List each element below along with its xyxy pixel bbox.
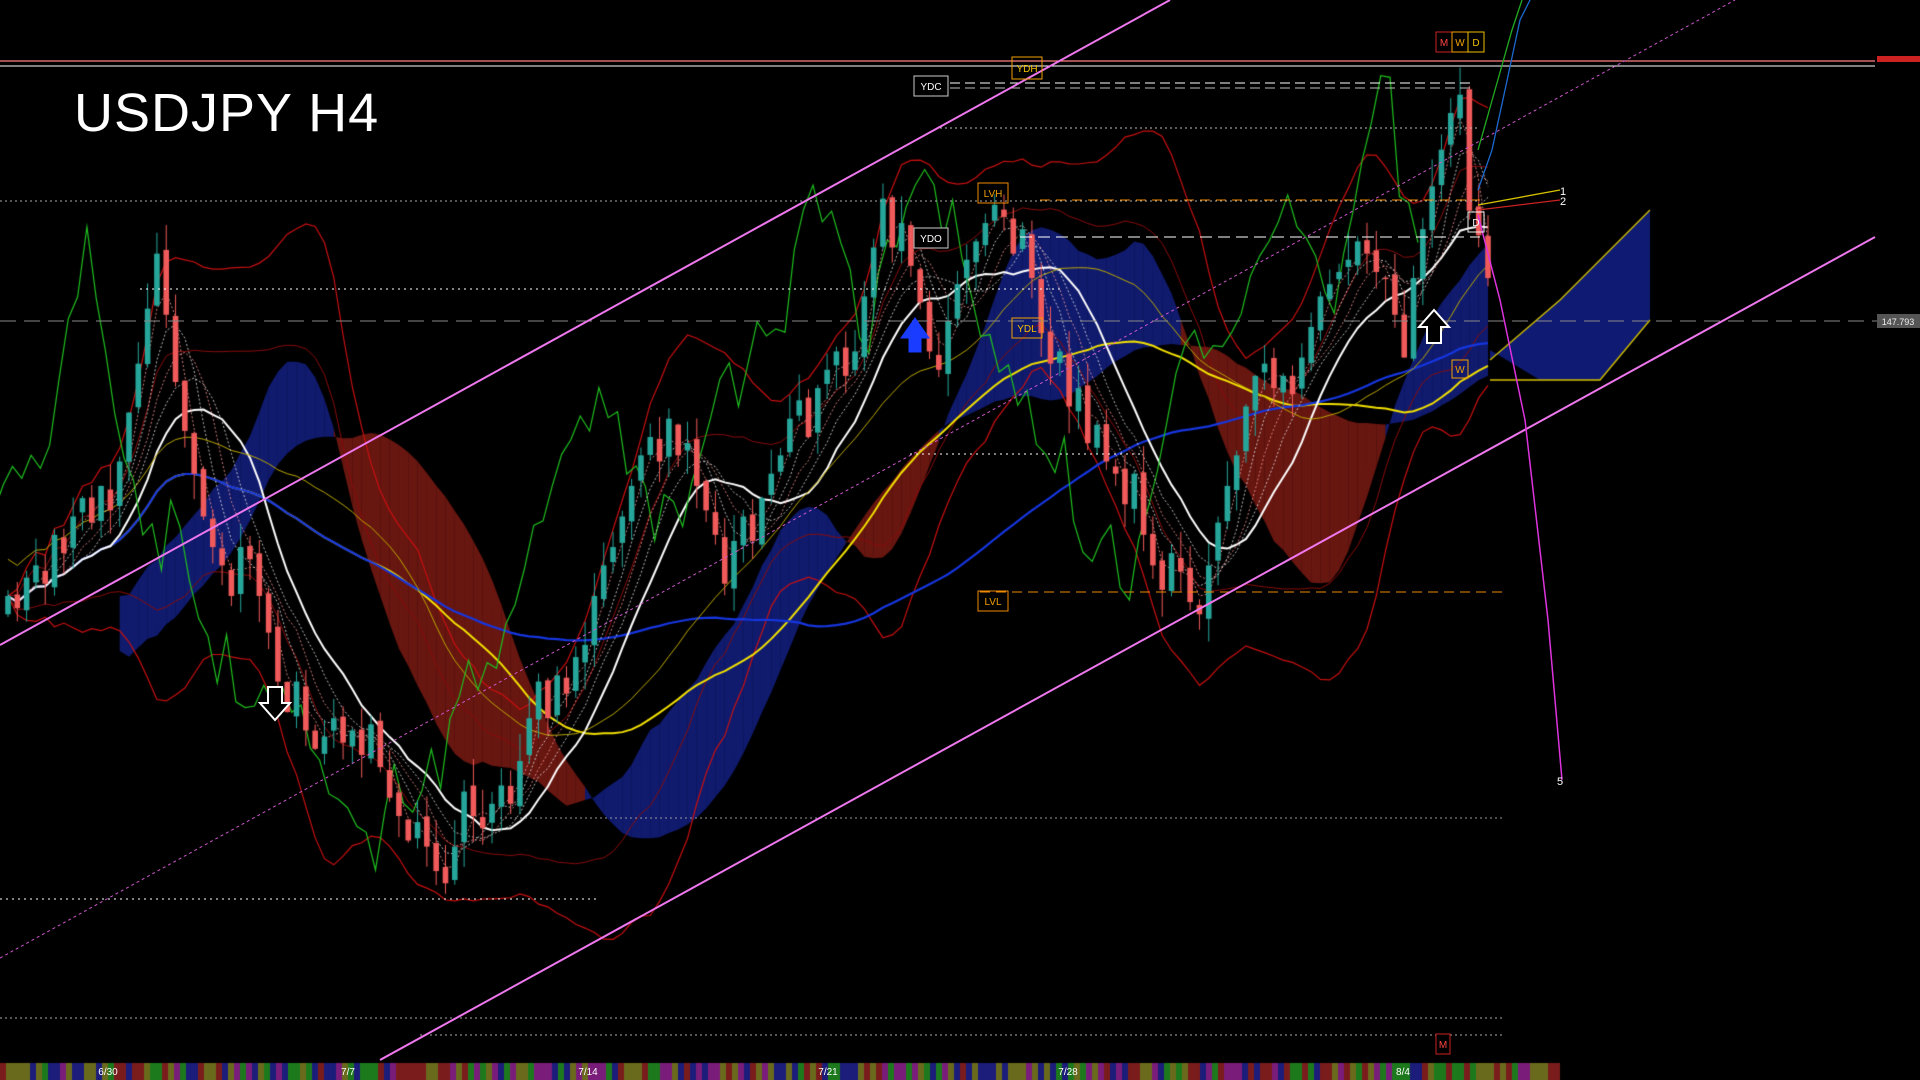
projection-line-5 bbox=[1477, 214, 1563, 781]
d-low-label: D bbox=[1472, 218, 1479, 229]
w-level-label: W bbox=[1455, 365, 1465, 376]
x-tick-label: 6/30 bbox=[98, 1067, 118, 1078]
x-tick-label: 7/28 bbox=[1058, 1067, 1078, 1078]
ydl-label: YDL bbox=[1017, 324, 1037, 335]
projection-label-2: 2 bbox=[1560, 196, 1566, 208]
buy-arrow-blue-icon bbox=[900, 317, 930, 353]
d-top-label: D bbox=[1472, 38, 1479, 49]
top-price-tag bbox=[1877, 56, 1920, 62]
x-tick-label: 7/7 bbox=[341, 1067, 355, 1078]
projection-line-1 bbox=[1477, 189, 1561, 206]
m-bottom-label: M bbox=[1439, 1040, 1447, 1051]
m-top-label: M bbox=[1440, 38, 1448, 49]
ydo-label: YDO bbox=[920, 234, 942, 245]
price-tag-label: 147.793 bbox=[1882, 317, 1915, 327]
w-top-label: W bbox=[1455, 38, 1465, 49]
projection-green bbox=[1477, 0, 1523, 151]
sell-arrow-icon bbox=[257, 686, 293, 722]
x-tick-label: 7/21 bbox=[818, 1067, 838, 1078]
projection-line-2 bbox=[1477, 199, 1561, 211]
lvl-label: LVL bbox=[984, 597, 1001, 608]
channel-lower-line bbox=[379, 236, 1876, 1061]
buy-arrow-icon bbox=[1416, 308, 1452, 344]
chart-title: USDJPY H4 bbox=[74, 83, 380, 143]
x-tick-label: 8/4 bbox=[1396, 1067, 1410, 1078]
projection-blue bbox=[1477, 0, 1531, 191]
ydh-label: YDH bbox=[1016, 64, 1037, 75]
projection-label-5: 5 bbox=[1557, 776, 1563, 788]
chart-overlay: YDHYDCYDOYDLLVHLVLDWM W DM147.7931256/30 7/… bbox=[0, 0, 1920, 1078]
ydc-label: YDC bbox=[920, 82, 941, 93]
lvh-label: LVH bbox=[984, 189, 1003, 200]
x-tick-label: 7/14 bbox=[578, 1067, 598, 1078]
